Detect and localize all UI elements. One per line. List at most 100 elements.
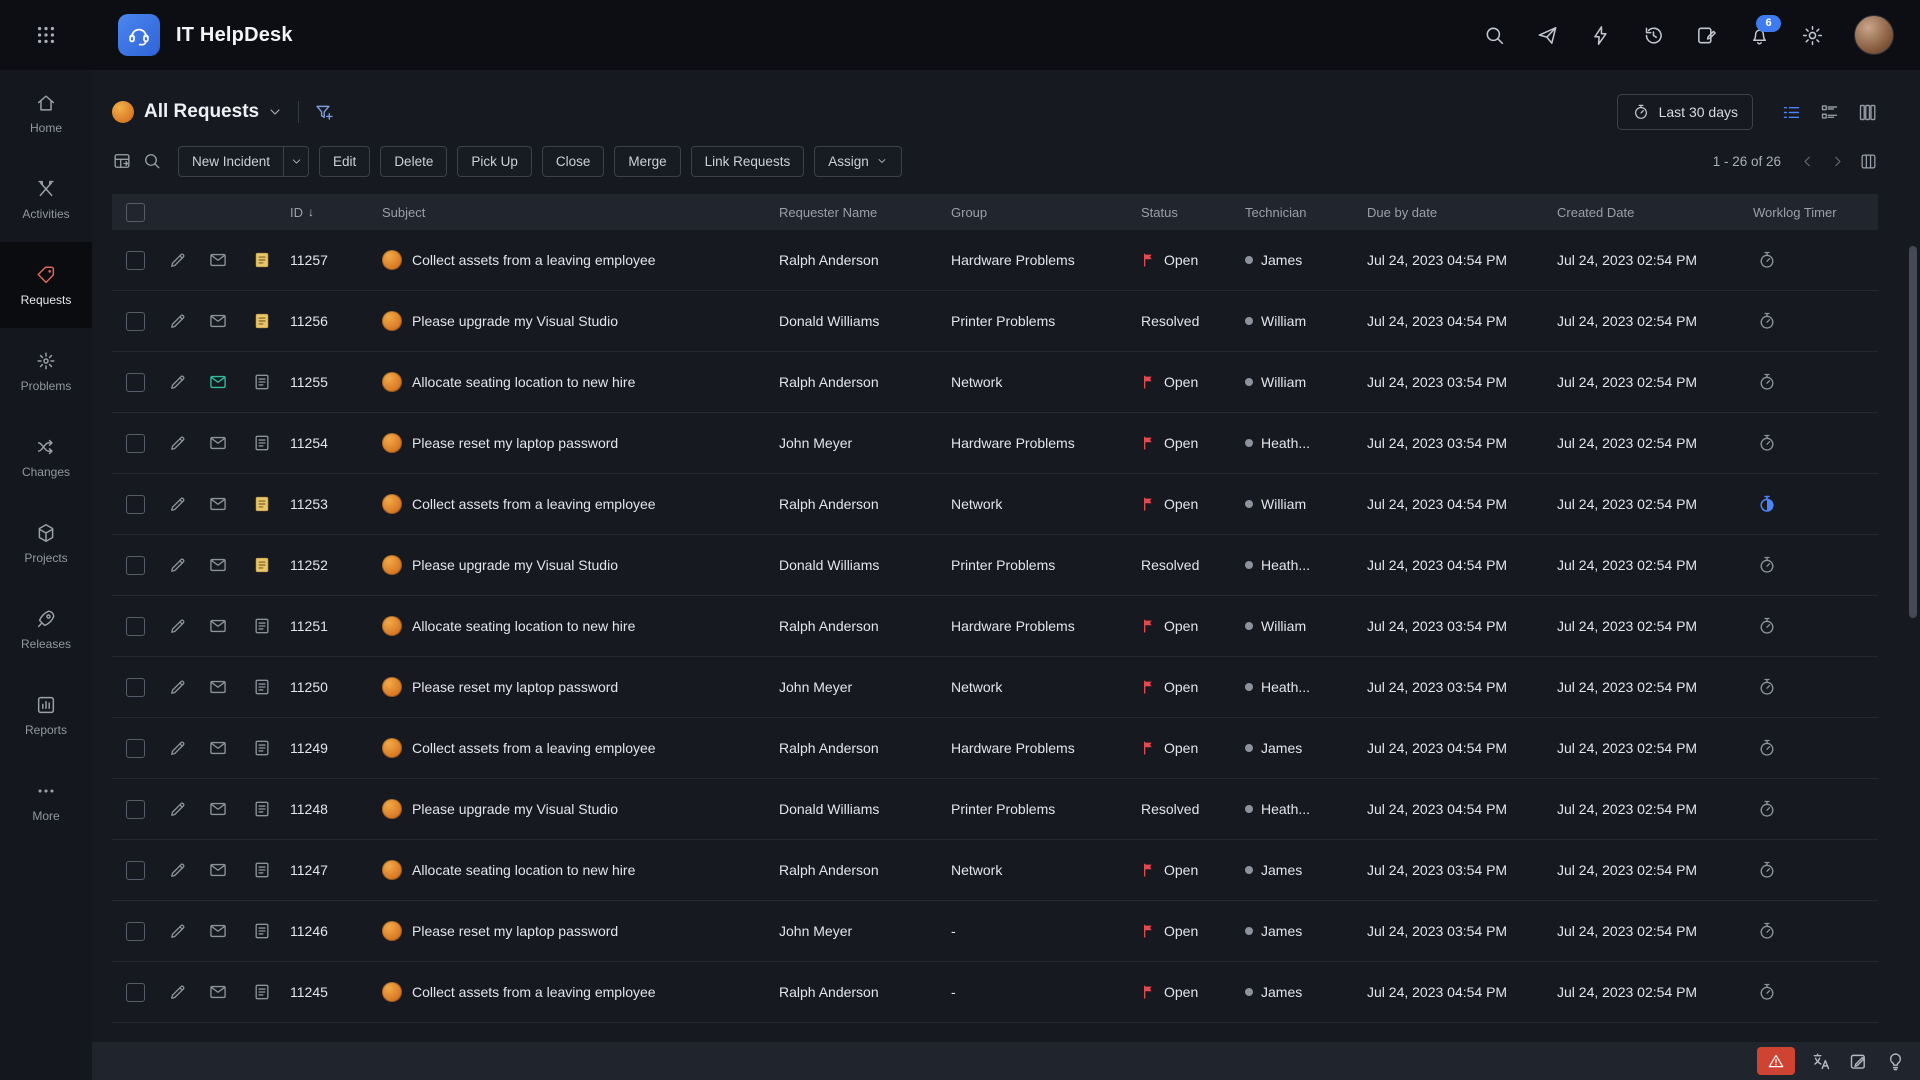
table-row[interactable]: 11254Please reset my laptop passwordJohn… xyxy=(112,413,1878,474)
col-header-subject[interactable]: Subject xyxy=(378,205,775,220)
request-id[interactable]: 11253 xyxy=(286,496,378,512)
mail-icon[interactable] xyxy=(208,616,228,636)
sidebar-item-releases[interactable]: Releases xyxy=(0,586,92,672)
table-row[interactable]: 11248Please upgrade my Visual StudioDona… xyxy=(112,779,1878,840)
edit-icon[interactable] xyxy=(168,433,188,453)
worklog-timer-icon[interactable] xyxy=(1757,677,1777,697)
list-view-icon[interactable] xyxy=(1781,102,1802,123)
delete-button[interactable]: Delete xyxy=(380,146,447,177)
edit-button[interactable]: Edit xyxy=(319,146,370,177)
note-icon[interactable] xyxy=(252,433,272,453)
table-row[interactable]: 11245 Collect assets from a leaving emplo… xyxy=(112,962,1878,1023)
row-checkbox[interactable] xyxy=(126,861,145,880)
request-id[interactable]: 11246 xyxy=(286,923,378,939)
worklog-timer-icon[interactable] xyxy=(1757,799,1777,819)
row-checkbox[interactable] xyxy=(126,495,145,514)
mail-icon[interactable] xyxy=(208,982,228,1002)
new-incident-button[interactable]: New Incident xyxy=(178,146,284,177)
request-id[interactable]: 11245 xyxy=(286,984,378,1000)
note-icon[interactable] xyxy=(252,372,272,392)
row-checkbox[interactable] xyxy=(126,739,145,758)
filter-funnel-icon[interactable] xyxy=(314,102,335,123)
table-row[interactable]: 11255 Allocate seating location to new hi… xyxy=(112,352,1878,413)
table-row[interactable]: 11252Please upgrade my Visual StudioDona… xyxy=(112,535,1878,596)
col-header-id[interactable]: ID↓ xyxy=(286,205,378,220)
list-search-icon[interactable] xyxy=(142,151,162,171)
table-row[interactable]: 11247Allocate seating location to new hi… xyxy=(112,840,1878,901)
table-row[interactable]: 11249 Collect assets from a leaving emplo… xyxy=(112,718,1878,779)
close-button[interactable]: Close xyxy=(542,146,605,177)
mail-icon[interactable] xyxy=(208,738,228,758)
edit-icon[interactable] xyxy=(168,494,188,514)
bulb-icon[interactable] xyxy=(1885,1051,1906,1072)
row-checkbox[interactable] xyxy=(126,251,145,270)
request-id[interactable]: 11248 xyxy=(286,801,378,817)
row-checkbox[interactable] xyxy=(126,556,145,575)
assign-button[interactable]: Assign xyxy=(814,146,902,177)
date-range-button[interactable]: Last 30 days xyxy=(1617,94,1753,130)
select-all-checkbox[interactable] xyxy=(126,203,145,222)
sidebar-item-home[interactable]: Home xyxy=(0,70,92,156)
col-header-technician[interactable]: Technician xyxy=(1241,205,1363,220)
vertical-scrollbar[interactable] xyxy=(1909,246,1917,618)
request-subject[interactable]: Allocate seating location to new hire xyxy=(412,374,635,390)
table-row[interactable]: 11253Collect assets from a leaving emplo… xyxy=(112,474,1878,535)
view-chevron-down-icon[interactable] xyxy=(267,104,283,120)
edit-icon[interactable] xyxy=(168,555,188,575)
mail-icon[interactable] xyxy=(208,311,228,331)
col-header-requester-name[interactable]: Requester Name xyxy=(775,205,947,220)
col-header-group[interactable]: Group xyxy=(947,205,1137,220)
sidebar-item-reports[interactable]: Reports xyxy=(0,672,92,758)
note-icon[interactable] xyxy=(252,982,272,1002)
row-checkbox[interactable] xyxy=(126,678,145,697)
edit-icon[interactable] xyxy=(168,982,188,1002)
table-row[interactable]: 11244Please upgrade my Visual StudioDona… xyxy=(112,1023,1878,1042)
table-settings-icon[interactable] xyxy=(112,151,132,171)
pick-up-button[interactable]: Pick Up xyxy=(457,146,532,177)
request-subject[interactable]: Please upgrade my Visual Studio xyxy=(412,313,618,329)
search-icon[interactable] xyxy=(1483,24,1506,47)
request-id[interactable]: 11255 xyxy=(286,374,378,390)
history-icon[interactable] xyxy=(1642,24,1665,47)
table-row[interactable]: 11250Please reset my laptop passwordJohn… xyxy=(112,657,1878,718)
settings-icon[interactable] xyxy=(1801,24,1824,47)
worklog-timer-icon[interactable] xyxy=(1757,738,1777,758)
edit-icon[interactable] xyxy=(168,738,188,758)
worklog-timer-icon[interactable] xyxy=(1757,860,1777,880)
flash-icon[interactable] xyxy=(1589,24,1612,47)
request-subject[interactable]: Allocate seating location to new hire xyxy=(412,618,635,634)
request-subject[interactable]: Please reset my laptop password xyxy=(412,679,618,695)
page-next-icon[interactable] xyxy=(1829,153,1846,170)
worklog-timer-icon[interactable] xyxy=(1757,311,1777,331)
col-header-created-date[interactable]: Created Date xyxy=(1553,205,1749,220)
sidebar-item-requests[interactable]: Requests xyxy=(0,242,92,328)
request-subject[interactable]: Please reset my laptop password xyxy=(412,435,618,451)
mail-icon[interactable] xyxy=(208,372,228,392)
feedback-icon[interactable] xyxy=(1695,24,1718,47)
mail-icon[interactable] xyxy=(208,921,228,941)
note-icon[interactable] xyxy=(252,799,272,819)
row-checkbox[interactable] xyxy=(126,312,145,331)
request-subject[interactable]: Please upgrade my Visual Studio xyxy=(412,801,618,817)
request-subject[interactable]: Collect assets from a leaving employee xyxy=(412,740,656,756)
request-id[interactable]: 11247 xyxy=(286,862,378,878)
worklog-timer-icon[interactable] xyxy=(1757,433,1777,453)
notifications-icon[interactable]: 6 xyxy=(1748,24,1771,47)
request-id[interactable]: 11249 xyxy=(286,740,378,756)
note-icon[interactable] xyxy=(252,616,272,636)
note-icon[interactable] xyxy=(252,860,272,880)
request-subject[interactable]: Collect assets from a leaving employee xyxy=(412,984,656,1000)
page-prev-icon[interactable] xyxy=(1799,153,1816,170)
worklog-timer-icon[interactable] xyxy=(1757,921,1777,941)
edit-icon[interactable] xyxy=(168,860,188,880)
compose-icon[interactable] xyxy=(1848,1051,1869,1072)
new-incident-caret-icon[interactable] xyxy=(284,146,309,177)
detail-view-icon[interactable] xyxy=(1819,102,1840,123)
request-subject[interactable]: Please reset my laptop password xyxy=(412,923,618,939)
edit-icon[interactable] xyxy=(168,799,188,819)
worklog-timer-icon[interactable] xyxy=(1757,982,1777,1002)
note-icon[interactable] xyxy=(252,555,272,575)
worklog-timer-icon[interactable] xyxy=(1757,555,1777,575)
row-checkbox[interactable] xyxy=(126,922,145,941)
edit-icon[interactable] xyxy=(168,372,188,392)
